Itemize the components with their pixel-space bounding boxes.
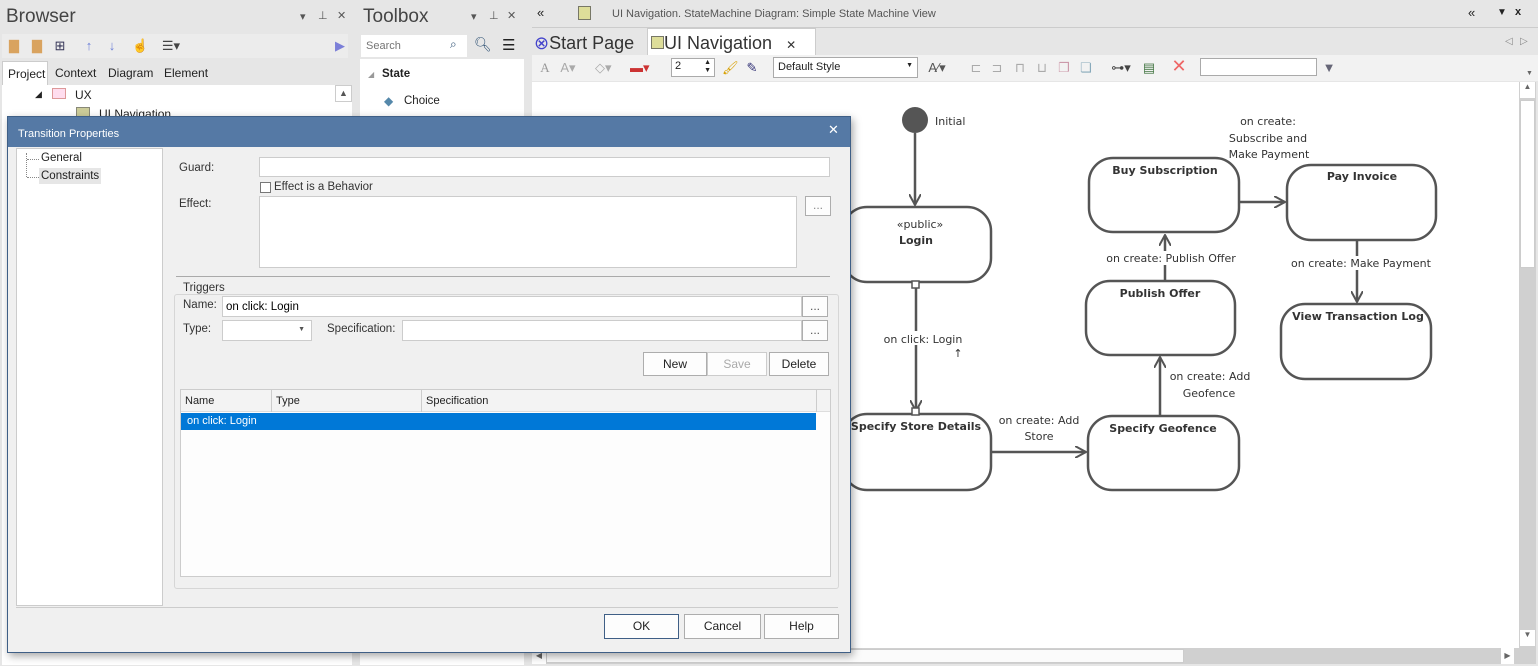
triggers-legend: Triggers — [181, 282, 227, 294]
transition-label[interactable]: Subscribe and — [1229, 132, 1307, 145]
transition-label[interactable]: Geofence — [1183, 387, 1236, 400]
buy-subscription-state-name: Buy Subscription — [1112, 164, 1217, 177]
specify-geofence-state-name: Specify Geofence — [1109, 422, 1216, 435]
login-state-name: Login — [899, 234, 933, 247]
nav-item-general[interactable]: General — [41, 152, 82, 164]
transition-label[interactable]: Make Payment — [1229, 148, 1310, 161]
connector-handle[interactable] — [911, 407, 920, 416]
column-header-name[interactable]: Name — [181, 390, 272, 412]
effect-behavior-label: Effect is a Behavior — [274, 181, 373, 193]
view-log-state-name: View Transaction Log — [1292, 310, 1424, 323]
trigger-spec-browse-button[interactable]: ... — [802, 320, 828, 341]
trigger-type-select[interactable]: ▼ — [222, 320, 312, 341]
guard-input[interactable] — [259, 157, 830, 177]
initial-node[interactable] — [902, 107, 928, 133]
transition-properties-dialog: Transition Properties ✕ General Constrai… — [7, 116, 851, 653]
publish-offer-state-name: Publish Offer — [1120, 287, 1201, 300]
trigger-name-browse-button[interactable]: ... — [802, 296, 828, 317]
dropdown-icon: ▼ — [298, 326, 305, 333]
trigger-spec-label: Specification: — [327, 323, 396, 335]
transition-label[interactable]: on create: — [1240, 115, 1296, 128]
transition-label[interactable]: on create: Add — [1170, 370, 1251, 383]
pay-invoice-state-name: Pay Invoice — [1327, 170, 1397, 183]
trigger-spec-input[interactable] — [402, 320, 802, 341]
transition-label[interactable]: on click: Login — [884, 333, 963, 346]
cursor-icon: ↑ — [953, 347, 962, 360]
transition-label[interactable]: Store — [1024, 430, 1053, 443]
dialog-nav-tree: General Constraints — [16, 148, 163, 606]
new-trigger-button[interactable]: New — [643, 352, 707, 376]
column-header-specification[interactable]: Specification — [422, 390, 817, 412]
divider — [16, 607, 838, 608]
effect-browse-button[interactable]: ... — [805, 196, 831, 216]
login-stereotype: «public» — [897, 218, 944, 231]
trigger-type-label: Type: — [183, 323, 212, 335]
table-row[interactable]: on click: Login — [181, 413, 816, 430]
save-trigger-button[interactable]: Save — [707, 352, 767, 376]
divider — [176, 276, 830, 277]
cell-name: on click: Login — [187, 415, 257, 427]
delete-trigger-button[interactable]: Delete — [769, 352, 829, 376]
trigger-name-label: Name: — [183, 299, 217, 311]
close-icon[interactable]: ✕ — [828, 122, 839, 138]
dialog-title: Transition Properties — [18, 128, 120, 140]
transition-label[interactable]: on create: Publish Offer — [1106, 252, 1236, 265]
transition-label[interactable]: on create: Add — [999, 414, 1080, 427]
nav-item-constraints[interactable]: Constraints — [39, 168, 102, 184]
cancel-button[interactable]: Cancel — [684, 614, 761, 639]
effect-label: Effect: — [179, 198, 212, 210]
connector-handle[interactable] — [911, 280, 920, 289]
initial-label: Initial — [935, 115, 965, 128]
triggers-table: Name Type Specification on click: Login — [180, 389, 831, 577]
ok-button[interactable]: OK — [604, 614, 679, 639]
column-header-type[interactable]: Type — [272, 390, 422, 412]
transition-label[interactable]: on create: Make Payment — [1291, 257, 1432, 270]
specify-store-state-name: Specify Store Details — [851, 420, 982, 433]
trigger-name-input[interactable] — [222, 296, 802, 317]
effect-textarea[interactable] — [259, 196, 797, 268]
effect-behavior-checkbox[interactable] — [260, 182, 271, 193]
dialog-titlebar[interactable]: Transition Properties ✕ — [8, 117, 850, 147]
help-button[interactable]: Help — [764, 614, 839, 639]
guard-label: Guard: — [179, 162, 215, 174]
table-header: Name Type Specification — [181, 390, 830, 412]
